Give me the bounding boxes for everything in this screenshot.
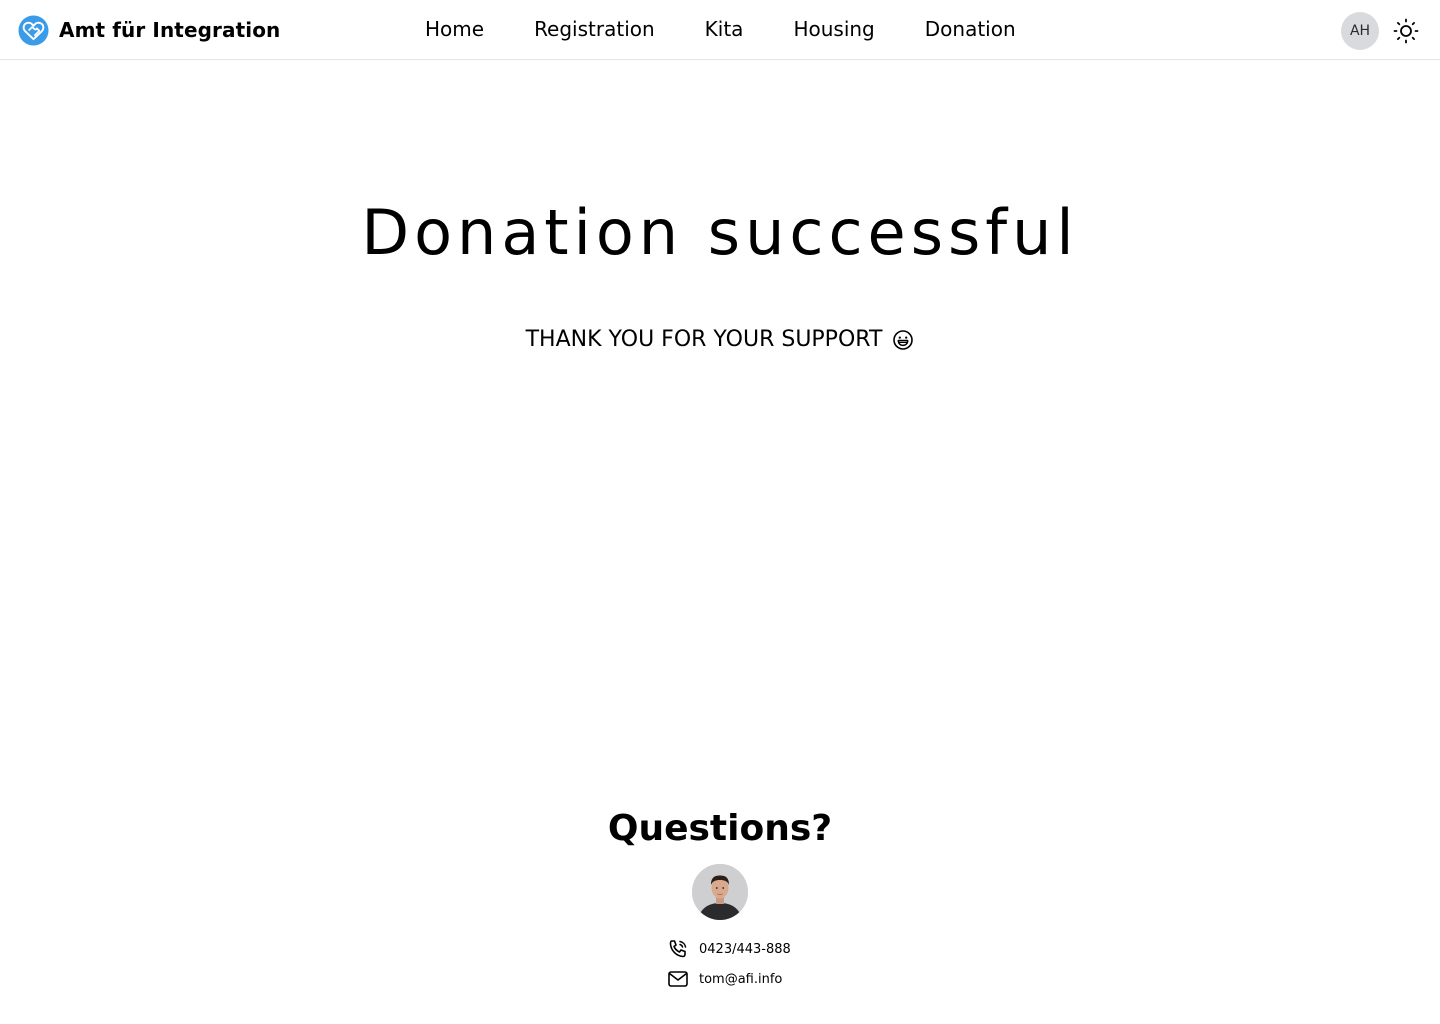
contact-phone-row: 0423/443-888: [667, 938, 791, 960]
brand-home-link[interactable]: Amt für Integration: [18, 14, 280, 46]
grinning-face-icon: [892, 329, 914, 351]
contact-person-avatar: [692, 864, 748, 920]
thank-you-message: THANK YOU FOR YOUR SUPPORT: [0, 324, 1440, 356]
contact-phone-link[interactable]: 0423/443-888: [699, 942, 791, 957]
top-navigation-bar: Amt für Integration Home Registration Ki…: [0, 0, 1440, 60]
theme-toggle-button[interactable]: [1393, 18, 1419, 44]
page-title: Donation successful: [361, 196, 1079, 269]
heart-handshake-icon: [18, 14, 49, 46]
main-navigation: Home Registration Kita Housing Donation: [425, 17, 1016, 41]
mail-icon: [667, 968, 689, 990]
contact-email-row: tom@afi.info: [667, 968, 782, 990]
brand-name: Amt für Integration: [59, 18, 281, 42]
nav-item-donation[interactable]: Donation: [925, 17, 1016, 41]
nav-item-registration[interactable]: Registration: [534, 17, 655, 41]
nav-item-home[interactable]: Home: [425, 17, 484, 41]
sun-icon: [1393, 18, 1419, 44]
contact-email-link[interactable]: tom@afi.info: [699, 972, 782, 987]
user-avatar-button[interactable]: AH: [1341, 12, 1379, 50]
questions-heading: Questions?: [607, 808, 833, 849]
nav-item-housing[interactable]: Housing: [793, 17, 874, 41]
phone-icon: [667, 938, 689, 960]
thank-you-text: THANK YOU FOR YOUR SUPPORT: [525, 327, 883, 352]
nav-item-kita[interactable]: Kita: [705, 17, 744, 41]
